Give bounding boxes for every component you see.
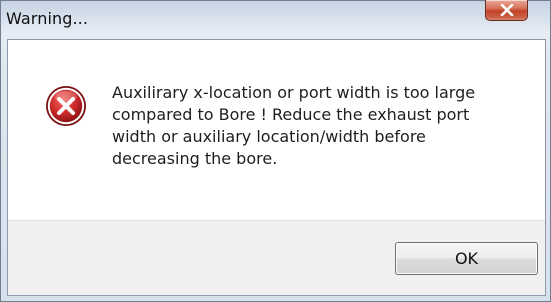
dialog-title: Warning... [6,9,89,28]
ok-button[interactable]: OK [395,242,538,275]
error-icon [46,86,86,126]
button-bar: OK [8,220,545,295]
close-button[interactable] [485,0,528,21]
dialog-window: Warning... Auxilirary x-location or port… [0,0,551,302]
message-area: Auxilirary x-location or port width is t… [8,40,545,220]
dialog-message: Auxilirary x-location or port width is t… [112,83,476,168]
close-x-icon [500,4,513,16]
dialog-client-area: Auxilirary x-location or port width is t… [7,39,546,296]
